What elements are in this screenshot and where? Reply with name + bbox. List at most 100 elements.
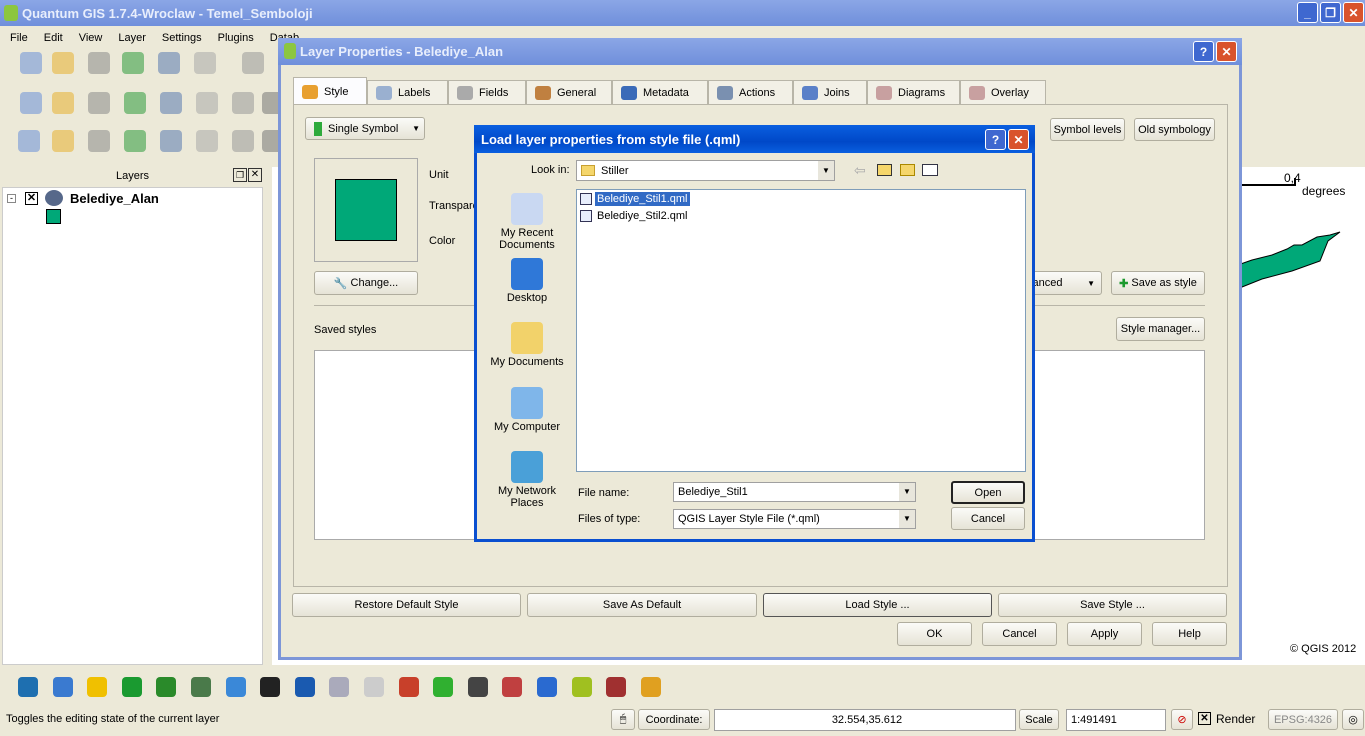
change-symbol-button[interactable]: 🔧 Change... [314,271,418,295]
save-project-icon[interactable] [88,52,110,74]
save-as-style-button[interactable]: ✚ Save as style [1111,271,1205,295]
zonal-icon[interactable] [433,677,454,697]
close-button[interactable]: ✕ [1216,41,1237,62]
place-my-computer[interactable]: My Computer [477,387,577,433]
place-desktop[interactable]: Desktop [477,258,577,304]
add-point-icon[interactable] [124,92,146,114]
add-vector-icon[interactable] [242,52,264,74]
add-polygon-icon[interactable] [160,92,182,114]
new-project-icon[interactable] [20,52,42,74]
plugin-icon[interactable] [156,677,177,697]
gps-icon[interactable] [329,677,350,697]
close-button[interactable]: ✕ [1008,129,1029,150]
tab-overlay[interactable]: Overlay [960,80,1046,104]
tab-general[interactable]: General [526,80,612,104]
file-item[interactable]: Belediye_Stil2.qml [580,209,690,223]
tab-metadata[interactable]: Metadata [612,80,708,104]
place-my-recent-documents[interactable]: My Recent Documents [477,193,577,251]
place-my-documents[interactable]: My Documents [477,322,577,368]
apply-button[interactable]: Apply [1067,622,1142,646]
remove-layer-icon[interactable] [88,92,110,114]
new-layer-icon[interactable] [52,92,74,114]
visibility-checkbox[interactable]: ✕ [25,192,38,205]
mouse-icon[interactable]: 🖱 [611,709,635,730]
print-icon[interactable] [194,52,216,74]
new-folder-icon[interactable] [900,164,915,176]
open-project-icon[interactable] [52,52,74,74]
road-graph-icon[interactable] [502,677,523,697]
render-checkbox[interactable]: ✕ [1198,712,1211,725]
add-ring-icon[interactable] [124,130,146,152]
delete-part-icon[interactable] [232,130,254,152]
export-icon[interactable] [640,677,661,697]
tab-fields[interactable]: Fields [448,80,526,104]
load-style-button[interactable]: Load Style ... [763,593,992,617]
save-as-default-button[interactable]: Save As Default [527,593,757,617]
maximize-button[interactable]: ❐ [1320,2,1341,23]
style-manager-button[interactable]: Style manager... [1116,317,1205,341]
undo-icon[interactable] [18,130,40,152]
spit-icon[interactable] [537,677,557,697]
menu-layer[interactable]: Layer [110,27,154,49]
up-folder-icon[interactable] [877,164,892,176]
scale-bar-icon[interactable] [467,677,488,697]
r-icon[interactable] [571,677,592,697]
add-layer-icon[interactable] [20,92,42,114]
view-menu-icon[interactable] [922,164,938,176]
look-in-dropdown[interactable]: Stiller ▼ [576,160,835,181]
edit-node-icon[interactable] [232,92,254,114]
file-list[interactable]: Belediye_Stil1.qml Belediye_Stil2.qml [576,189,1026,472]
tab-actions[interactable]: Actions [708,80,793,104]
raster-calc-icon[interactable] [121,677,142,697]
add-part-icon[interactable] [160,130,182,152]
save-style-button[interactable]: Save Style ... [998,593,1227,617]
back-icon[interactable]: ⇦ [854,162,866,179]
copyright-icon[interactable] [18,677,38,697]
menu-file[interactable]: File [2,27,36,49]
tab-diagrams[interactable]: Diagrams [867,80,960,104]
north-arrow-icon[interactable] [294,677,315,697]
osm-icon[interactable] [364,677,384,697]
close-button[interactable]: ✕ [1343,2,1364,23]
restore-default-style-button[interactable]: Restore Default Style [292,593,521,617]
help-button[interactable]: ? [1193,41,1214,62]
old-symbology-button[interactable]: Old symbology [1134,118,1215,141]
fire-icon[interactable] [606,677,627,697]
file-item[interactable]: Belediye_Stil1.qml [580,192,690,206]
interpolation-icon[interactable] [398,677,419,697]
coordinate-label[interactable]: Coordinate: [638,709,710,730]
help-text-button[interactable]: Help [1152,622,1227,646]
place-my-network-places[interactable]: My Network Places [477,451,577,509]
renderer-dropdown[interactable]: Single Symbol ▼ [305,117,425,140]
menu-plugins[interactable]: Plugins [210,27,262,49]
stop-render-icon[interactable]: ⊘ [1171,709,1193,730]
layer-name[interactable]: Belediye_Alan [70,191,159,206]
cancel-button[interactable]: Cancel [951,507,1025,530]
scale-field[interactable]: 1:491491 [1066,709,1166,731]
float-panel-button[interactable]: ❐ [233,168,247,182]
crs-globe-icon[interactable]: ◎ [1342,709,1364,730]
close-panel-button[interactable]: ✕ [248,168,262,182]
open-button[interactable]: Open [951,481,1025,504]
save-as-icon[interactable] [122,52,144,74]
collapse-icon[interactable]: - [7,194,16,203]
menu-edit[interactable]: Edit [36,27,71,49]
symbol-levels-button[interactable]: Symbol levels [1050,118,1125,141]
file-name-field[interactable]: Belediye_Stil1 ▼ [673,482,916,502]
redo-icon[interactable] [52,130,74,152]
globe-icon[interactable] [225,677,246,697]
ok-button[interactable]: OK [897,622,972,646]
menu-settings[interactable]: Settings [154,27,210,49]
simplify-icon[interactable] [88,130,110,152]
file-type-dropdown[interactable]: QGIS Layer Style File (*.qml) ▼ [673,509,916,529]
d2s-icon[interactable] [87,677,108,697]
tab-labels[interactable]: Labels [367,80,448,104]
edit-icon[interactable] [196,92,218,114]
print-composer-new-icon[interactable] [158,52,180,74]
histogram-icon[interactable] [260,677,281,697]
georef-icon[interactable] [191,677,211,697]
north-file-icon[interactable] [52,677,73,697]
delete-ring-icon[interactable] [196,130,218,152]
help-button[interactable]: ? [985,129,1006,150]
crs-button[interactable]: EPSG:4326 [1268,709,1338,730]
